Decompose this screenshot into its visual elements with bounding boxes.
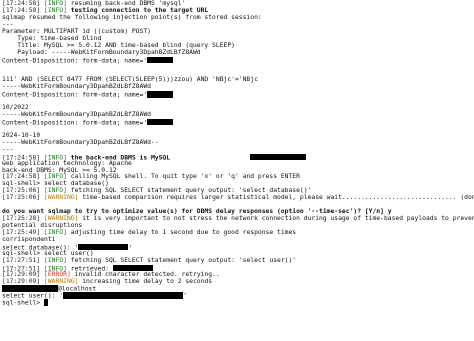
- terminal-line: sql-shell>: [2, 299, 474, 307]
- line-text: sqlmap resumed the following injection p…: [2, 13, 262, 21]
- line-text: web application technology: Apache: [2, 159, 132, 167]
- line-text: sql-shell> select user(): [2, 249, 94, 257]
- log-timestamp: [17:24:58]: [2, 173, 41, 181]
- line-text: 10/2022: [2, 104, 29, 112]
- log-timestamp: [17:24:58]: [2, 0, 41, 7]
- line-text: Content-Disposition: form-data; name=': [2, 56, 148, 64]
- prompt-cursor[interactable]: [44, 299, 49, 306]
- log-level: [INFO]: [44, 6, 67, 14]
- line-text: -----WebKitFormBoundary3DpahBZdLBfZ8AWd: [2, 83, 151, 91]
- line-tail: ': [128, 244, 133, 252]
- line-text: Payload: -----WebKitFormBoundary3DpahBZd…: [2, 48, 201, 56]
- log-level: [INFO]: [44, 256, 67, 264]
- line-text: Content-Disposition: form-data; name=': [2, 91, 148, 99]
- line-text: ---: [2, 145, 14, 153]
- line-text: potential disruptions: [2, 222, 83, 229]
- line-text: calling MySQL shell. To quit type 'x' or…: [66, 173, 300, 181]
- terminal-line: -----WebKitFormBoundary3DpahBZdLBfZ8AWd: [2, 111, 474, 119]
- log-level: [WARNING]: [44, 277, 79, 285]
- line-text: Content-Disposition: form-data; name=': [2, 119, 148, 127]
- terminal-line: [17:25:06] [WARNING] time-based comparis…: [2, 194, 474, 202]
- line-text: fetching SQL SELECT statement query outp…: [66, 256, 297, 264]
- log-timestamp: [17:24:58]: [2, 6, 41, 14]
- line-text: invalid character detected. retrying..: [70, 270, 220, 278]
- terminal-line: Content-Disposition: form-data; name=': [2, 118, 474, 127]
- redacted-block: [147, 118, 174, 126]
- line-text: sql-shell> select database(): [2, 180, 109, 188]
- redacted-block: [250, 153, 307, 161]
- line-tail: ': [183, 292, 187, 300]
- line-text: testing connection to the target URL: [66, 6, 209, 14]
- log-level: [INFO]: [44, 0, 67, 7]
- terminal-line: [17:29:09] [WARNING] increasing time del…: [2, 277, 474, 286]
- terminal-line: sqlmap resumed the following injection p…: [2, 13, 474, 22]
- line-text: adjusting time delay to 1 second due to …: [66, 228, 297, 236]
- log-level: [INFO]: [44, 228, 67, 236]
- line-text: -----WebKitFormBoundary3DpahBZdLBfZ8AWd: [2, 111, 151, 118]
- line-text: ---: [2, 20, 14, 28]
- log-timestamp: [17:25:49]: [2, 228, 41, 236]
- terminal-line: corrispondenti: [2, 235, 474, 244]
- terminal-line: -----WebKitFormBoundary3DpahBZdLBfZ8AWd-…: [2, 138, 474, 147]
- line-text: Type: time-based blind: [2, 34, 102, 42]
- line-text: increasing time delay to 2 seconds: [78, 277, 213, 285]
- log-timestamp: [17:29:09]: [2, 277, 41, 285]
- line-text: Parameter: MULTIPART id ((custom) POST): [2, 27, 151, 35]
- log-timestamp: [17:29:09]: [2, 270, 41, 278]
- log-timestamp: [17:27:51]: [2, 256, 41, 264]
- log-timestamp: [17:25:28]: [2, 215, 41, 223]
- line-text: -----WebKitFormBoundary3DpahBZdLBfZ8AWd-…: [2, 138, 159, 146]
- line-text: time-based comparison requires larger st…: [78, 194, 474, 202]
- terminal-line: Payload: -----WebKitFormBoundary3DpahBZd…: [2, 48, 474, 57]
- redacted-block: [63, 292, 184, 299]
- line-text: 111' AND (SELECT 8477 FROM (SELECT(SLEEP…: [2, 76, 258, 84]
- terminal-line: select user(): ' ': [2, 292, 474, 300]
- redacted-block: [147, 56, 174, 63]
- log-level: [ERROR]: [44, 270, 71, 278]
- log-level: [INFO]: [44, 187, 67, 195]
- terminal-line: Content-Disposition: form-data; name=': [2, 56, 474, 64]
- redacted-block: [147, 91, 174, 98]
- log-timestamp: [17:25:06]: [2, 194, 41, 202]
- log-level: [INFO]: [44, 173, 67, 181]
- redacted-block: [2, 285, 58, 292]
- terminal-line: @localhost: [2, 285, 474, 293]
- terminal-line: [17:25:49] [INFO] adjusting time delay t…: [2, 228, 474, 237]
- terminal-line: -----WebKitFormBoundary3DpahBZdLBfZ8AWd: [2, 83, 474, 91]
- line-text: back-end DBMS: MySQL >= 5.0.12: [2, 166, 117, 174]
- log-level: [WARNING]: [44, 215, 79, 223]
- line-text: 2024-10-10: [2, 131, 41, 139]
- terminal-line: ---: [2, 145, 474, 154]
- terminal-line: [17:27:51] [INFO] fetching SQL SELECT st…: [2, 256, 474, 265]
- line-text: fetching SQL SELECT statement query outp…: [66, 187, 312, 195]
- terminal-window[interactable]: [17:24:58] [INFO] resuming back-end DBMS…: [0, 0, 474, 341]
- line-text: corrispondenti: [2, 235, 56, 243]
- terminal-line: Content-Disposition: form-data; name=': [2, 91, 474, 99]
- line-text: resuming back-end DBMS 'mysql': [66, 0, 186, 7]
- line-text: Title: MySQL >= 5.0.12 AND time-based bl…: [2, 41, 235, 49]
- line-text: sql-shell>: [2, 299, 45, 307]
- line-text: do you want sqlmap to try to optimize va…: [2, 208, 392, 216]
- log-timestamp: [17:25:06]: [2, 187, 41, 195]
- log-level: [WARNING]: [44, 194, 79, 202]
- line-text: it is very important to not stress the n…: [78, 215, 474, 223]
